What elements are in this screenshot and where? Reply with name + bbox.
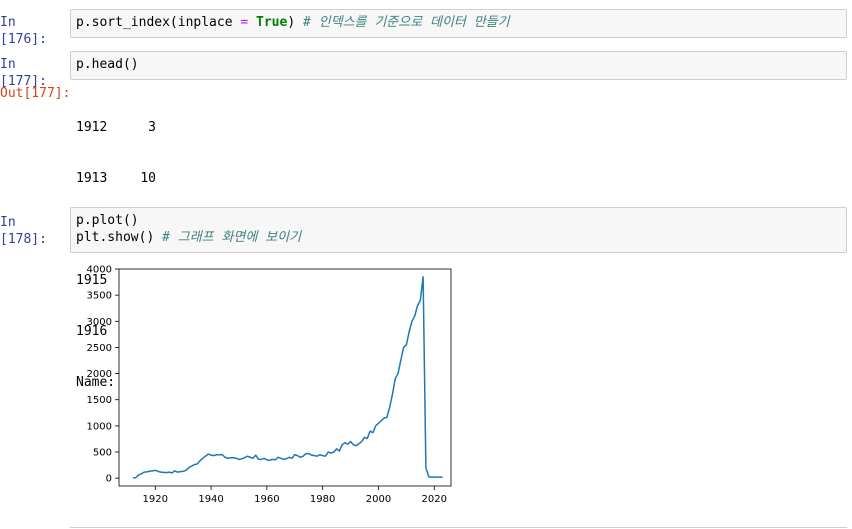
code-cell[interactable]: p.head() [70, 51, 847, 80]
x-tick-label: 2000 [366, 494, 391, 505]
x-tick-label: 1980 [310, 494, 335, 505]
cell-divider [70, 527, 847, 528]
x-tick-label: 2020 [422, 494, 447, 505]
y-tick-label: 3500 [87, 291, 112, 302]
code-comment: # 그래프 화면에 보이기 [162, 230, 302, 245]
y-tick-label: 0 [106, 474, 112, 485]
output-row: 1912 3 [76, 119, 264, 136]
row-value: 3 [148, 120, 156, 135]
output-row: 1913 10 [76, 170, 264, 187]
plot-frame [118, 268, 452, 487]
code-text: p.head() [76, 57, 139, 72]
x-tick-label: 1960 [254, 494, 279, 505]
row-value: 10 [140, 171, 156, 186]
input-prompt: In [178]: [0, 215, 47, 247]
line-chart: 0 500 1000 1500 2000 2500 3000 3500 4000 1920 1940… [87, 265, 452, 505]
code-cell[interactable]: p.sort_index(inplace = True) # 인덱스를 기준으로… [70, 9, 847, 38]
x-tick-label: 1920 [143, 494, 168, 505]
y-tick-label: 3000 [87, 317, 112, 328]
code-text: plt.show() [76, 230, 163, 245]
input-prompt: In [176]: [0, 15, 47, 47]
y-tick-label: 1500 [87, 395, 112, 406]
row-index: 1913 [76, 171, 108, 186]
output-prompt: Out[177]: [0, 86, 71, 101]
y-tick-label: 500 [93, 448, 112, 459]
code-text: p.plot() [76, 213, 139, 228]
y-tick-label: 1000 [87, 421, 112, 432]
code-comment: # 인덱스를 기준으로 데이터 만들기 [303, 15, 510, 30]
code-keyword: True [256, 15, 288, 30]
x-tick-label: 1940 [198, 494, 223, 505]
y-tick-label: 2000 [87, 369, 112, 380]
code-text: ) [287, 15, 303, 30]
row-index: 1912 [76, 120, 108, 135]
y-tick-label: 2500 [87, 343, 112, 354]
code-text: p.sort_index(inplace [76, 15, 241, 30]
y-tick-label: 4000 [87, 265, 112, 276]
code-cell[interactable]: p.plot() plt.show() # 그래프 화면에 보이기 [70, 207, 847, 253]
